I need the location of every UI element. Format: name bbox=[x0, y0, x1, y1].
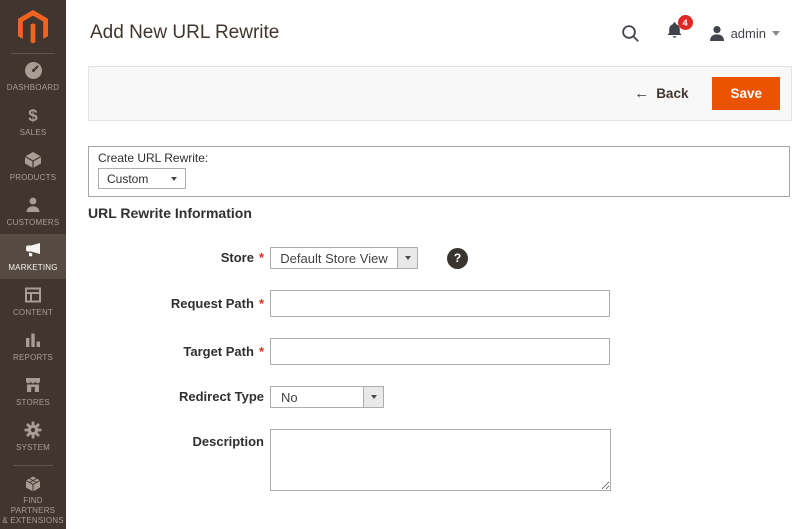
sidebar-item-stores[interactable]: STORES bbox=[0, 369, 66, 414]
request-path-input[interactable] bbox=[270, 290, 610, 317]
create-url-rewrite-label: Create URL Rewrite: bbox=[98, 151, 209, 165]
required-marker: * bbox=[258, 250, 264, 266]
user-icon bbox=[709, 25, 724, 41]
main-area: Add New URL Rewrite 4 admin ← Back Save … bbox=[66, 0, 800, 529]
section-heading: URL Rewrite Information bbox=[88, 205, 252, 221]
reports-icon bbox=[24, 331, 42, 350]
sidebar-divider bbox=[13, 465, 53, 466]
sidebar-item-products[interactable]: PRODUCTS bbox=[0, 144, 66, 189]
description-row: Description bbox=[88, 429, 790, 491]
entity-type-select[interactable]: Custom bbox=[98, 168, 186, 189]
dashboard-icon bbox=[24, 61, 43, 80]
back-button[interactable]: ← Back bbox=[634, 85, 688, 102]
required-marker: * bbox=[258, 343, 264, 359]
target-path-row: Target Path * bbox=[88, 338, 790, 365]
target-path-input[interactable] bbox=[270, 338, 610, 365]
search-icon[interactable] bbox=[621, 24, 640, 43]
admin-username: admin bbox=[730, 25, 766, 41]
sidebar-item-find-partners[interactable]: FIND PARTNERS & EXTENSIONS bbox=[0, 472, 66, 528]
notification-count-badge: 4 bbox=[677, 15, 693, 30]
sidebar-item-marketing[interactable]: MARKETING bbox=[0, 234, 66, 279]
select-caret-button[interactable] bbox=[363, 387, 383, 407]
page-title: Add New URL Rewrite bbox=[90, 22, 280, 43]
sidebar-item-label: REPORTS bbox=[13, 352, 53, 362]
chevron-down-icon bbox=[772, 30, 780, 36]
sidebar-item-sales[interactable]: $ SALES bbox=[0, 99, 66, 144]
header-actions: 4 admin bbox=[621, 15, 780, 45]
redirect-type-select[interactable]: No bbox=[270, 386, 384, 408]
sidebar-item-label: CUSTOMERS bbox=[6, 217, 60, 227]
sidebar-item-label: PRODUCTS bbox=[9, 172, 57, 182]
select-caret-icon bbox=[370, 395, 377, 399]
stores-icon bbox=[24, 376, 42, 395]
sidebar-item-label: SYSTEM bbox=[15, 442, 51, 452]
required-marker: * bbox=[258, 295, 264, 311]
sidebar-item-dashboard[interactable]: DASHBOARD bbox=[0, 54, 66, 99]
sidebar-item-content[interactable]: CONTENT bbox=[0, 279, 66, 324]
target-path-label: Target Path * bbox=[183, 343, 264, 359]
back-arrow-icon: ← bbox=[634, 85, 650, 102]
store-select[interactable]: Default Store View bbox=[270, 247, 418, 269]
description-textarea[interactable] bbox=[270, 429, 611, 491]
store-help-icon[interactable]: ? bbox=[447, 247, 468, 269]
sidebar-item-label: DASHBOARD bbox=[6, 82, 60, 92]
sales-icon: $ bbox=[28, 105, 38, 125]
request-path-label: Request Path * bbox=[170, 295, 264, 311]
sidebar-item-label: MARKETING bbox=[8, 262, 58, 272]
system-icon bbox=[24, 421, 42, 440]
description-label: Description bbox=[192, 434, 264, 449]
sidebar-item-system[interactable]: SYSTEM bbox=[0, 414, 66, 459]
redirect-type-label: Redirect Type bbox=[178, 389, 264, 405]
admin-account-menu[interactable]: admin bbox=[709, 25, 780, 42]
form-content: Create URL Rewrite: Custom URL Rewrite I… bbox=[66, 121, 800, 491]
sidebar-item-label: FIND PARTNERS & EXTENSIONS bbox=[2, 496, 64, 525]
redirect-type-row: Redirect Type No bbox=[88, 386, 790, 408]
marketing-icon bbox=[23, 241, 43, 260]
select-caret-icon bbox=[404, 256, 411, 260]
customers-icon bbox=[24, 196, 42, 215]
notifications-bell[interactable]: 4 bbox=[666, 15, 693, 45]
sidebar-item-label: SALES bbox=[19, 127, 47, 137]
store-selected-value: Default Store View bbox=[280, 250, 388, 266]
products-icon bbox=[24, 151, 42, 170]
page-header: Add New URL Rewrite 4 admin bbox=[66, 0, 800, 66]
sidebar-item-customers[interactable]: CUSTOMERS bbox=[0, 189, 66, 234]
magento-logo[interactable] bbox=[0, 0, 66, 54]
save-button[interactable]: Save bbox=[712, 77, 780, 110]
sidebar-item-label: CONTENT bbox=[12, 307, 54, 317]
select-caret-button[interactable] bbox=[397, 248, 417, 268]
magento-logo-icon bbox=[18, 9, 48, 43]
admin-sidebar: DASHBOARD $ SALES PRODUCTS CUSTOMERS MAR… bbox=[0, 0, 66, 529]
store-label: Store * bbox=[220, 250, 264, 266]
page-actions-toolbar: ← Back Save bbox=[88, 66, 792, 121]
sidebar-item-label: STORES bbox=[16, 397, 50, 407]
sidebar-item-reports[interactable]: REPORTS bbox=[0, 324, 66, 369]
content-icon bbox=[24, 286, 42, 305]
entity-type-selected-value: Custom bbox=[107, 171, 149, 186]
request-path-row: Request Path * bbox=[88, 290, 790, 317]
create-url-rewrite-box: Create URL Rewrite: Custom bbox=[88, 146, 790, 197]
store-row: Store * Default Store View ? bbox=[88, 247, 790, 269]
redirect-type-selected-value: No bbox=[281, 389, 298, 405]
partners-icon bbox=[24, 474, 42, 493]
select-caret-icon bbox=[171, 176, 177, 181]
